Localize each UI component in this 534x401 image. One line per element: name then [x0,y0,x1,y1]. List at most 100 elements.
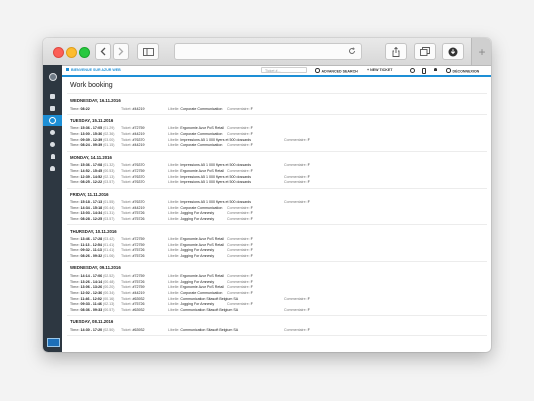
ticket-number[interactable]: #63932 [132,297,144,301]
ticket-label: Ticket: [121,174,132,179]
plus-icon: + [478,44,486,59]
ticket-number[interactable]: #72759 [132,274,144,278]
maximize-window-button[interactable] [79,47,90,58]
share-button[interactable] [385,43,407,60]
time-label: Time: [70,327,80,332]
ticket-number[interactable]: #72759 [132,243,144,247]
ticket-number[interactable]: #76370 [132,138,144,142]
sidebar-item-notifications[interactable] [43,151,62,162]
ticket-number[interactable]: #72759 [132,237,144,241]
ticket-number[interactable]: #44219 [132,132,144,136]
libelle-label: Libelle: [168,296,180,301]
duration-value: (00.20) [103,285,115,290]
libelle-value: Impressions A5 1 000 flyers et 500 dossa… [180,180,252,185]
divider [67,93,487,94]
ticket-number[interactable]: #75726 [132,280,144,284]
sidebar-item-reports[interactable] [43,127,62,138]
bell-icon [434,68,437,71]
ticket-number[interactable]: #44219 [132,206,144,210]
time-label: Time: [70,248,80,253]
libelle-value: Jogging For Amnesty [180,211,215,216]
commentaire-value: F [250,242,253,247]
search-icon [315,68,320,73]
ticket-number[interactable]: #72759 [132,169,144,173]
commentaire-value: F [307,327,310,332]
sidebar-item-settings[interactable] [43,139,62,150]
sidebar-item-list[interactable] [43,103,62,114]
sidebar-item-profile[interactable] [43,71,62,82]
downloads-button[interactable] [442,43,464,60]
commentaire-value: F [250,205,253,210]
new-tab-button[interactable]: + [471,38,491,65]
commentaire-label: Commentaire: [284,327,307,332]
ticket-number[interactable]: #75726 [132,248,144,252]
ticket-number[interactable]: #75726 [132,302,144,306]
ticket-number[interactable]: #63932 [132,328,144,332]
libelle-label: Libelle: [168,302,180,307]
time-value: 15:36 - 17:08 [80,163,103,168]
logout-button[interactable]: DÉCONNEXION [446,68,479,74]
ticket-number[interactable]: #72759 [132,126,144,130]
libelle-value: Impressions A5 1 000 flyers et 500 dossa… [180,163,252,168]
ticket-label: Ticket: [121,217,132,222]
ticket-number[interactable]: #44219 [132,291,144,295]
ticket-number[interactable]: #76370 [132,175,144,179]
minimize-window-button[interactable] [66,47,77,58]
ticket-number[interactable]: #44219 [132,143,144,147]
time-label: Time: [70,302,80,307]
chevron-right-icon [118,47,124,56]
ticket-label: Ticket: [121,200,132,205]
logout-label: DÉCONNEXION [452,69,480,74]
libelle-value: Impressions A5 1 000 flyers et 500 dossa… [180,200,252,205]
ticket-number[interactable]: #75726 [132,217,144,221]
ticket-number[interactable]: #75726 [132,254,144,258]
ticket-number[interactable]: #63932 [132,308,144,312]
commentaire-label: Commentaire: [227,285,250,290]
time-label: Time: [70,237,80,241]
share-icon [392,46,400,57]
ticket-label: Ticket: [121,302,132,307]
close-window-button[interactable] [53,47,64,58]
download-icon [448,47,458,56]
time-label: Time: [70,168,80,173]
ticket-number[interactable]: #76370 [132,200,144,204]
sidebar-item-dashboard[interactable] [43,91,62,102]
libelle-value: Ergonomie Azur PoS Retail [180,126,224,131]
ticket-search-input[interactable]: Ticket #... [261,67,307,73]
day-divider [67,261,487,263]
ticket-number[interactable]: #44219 [132,107,144,111]
libelle-label: Libelle: [168,174,180,179]
phone-button[interactable] [422,68,426,75]
sidebar-item-work-booking[interactable] [43,115,62,126]
commentaire-label: Commentaire: [284,163,307,168]
ticket-number[interactable]: #76370 [132,163,144,167]
sidebar-toggle-button[interactable] [137,43,159,60]
time-label: Time: [70,131,80,136]
notifications-button[interactable] [434,68,437,72]
ticket-number[interactable]: #75726 [132,211,144,215]
forward-button[interactable] [113,43,129,60]
sidebar-icon [142,47,154,56]
commentaire-value: F [250,168,253,173]
tabs-overview-button[interactable] [414,43,436,60]
address-bar[interactable] [174,43,362,60]
back-button[interactable] [95,43,111,60]
time-value: 13:03 - 14:34 [80,211,103,216]
time-value: 12:39 - 14:52 [80,174,103,179]
time-value: 11:13 - 12:54 [80,242,102,247]
commentaire-value: F [307,308,310,313]
commentaire-value: F [250,217,253,222]
ticket-number[interactable]: #76370 [132,180,144,184]
ticket-number[interactable]: #72759 [132,285,144,289]
new-ticket-button[interactable]: +NEW TICKET [367,68,392,72]
reload-icon[interactable] [348,47,356,55]
commentaire-value: F [307,174,310,179]
timer-button[interactable] [410,68,415,74]
libelle-value: Impressions A5 1 000 flyers et 500 dossa… [180,174,252,179]
plus-icon: + [367,68,370,72]
time-value: 09:32 - 11:13 [80,248,102,253]
pie-chart-icon [50,130,55,135]
sidebar-item-user[interactable] [43,163,62,174]
advanced-search-button[interactable]: ADVANCED SEARCH [315,68,358,74]
ticket-label: Ticket: [121,327,132,332]
